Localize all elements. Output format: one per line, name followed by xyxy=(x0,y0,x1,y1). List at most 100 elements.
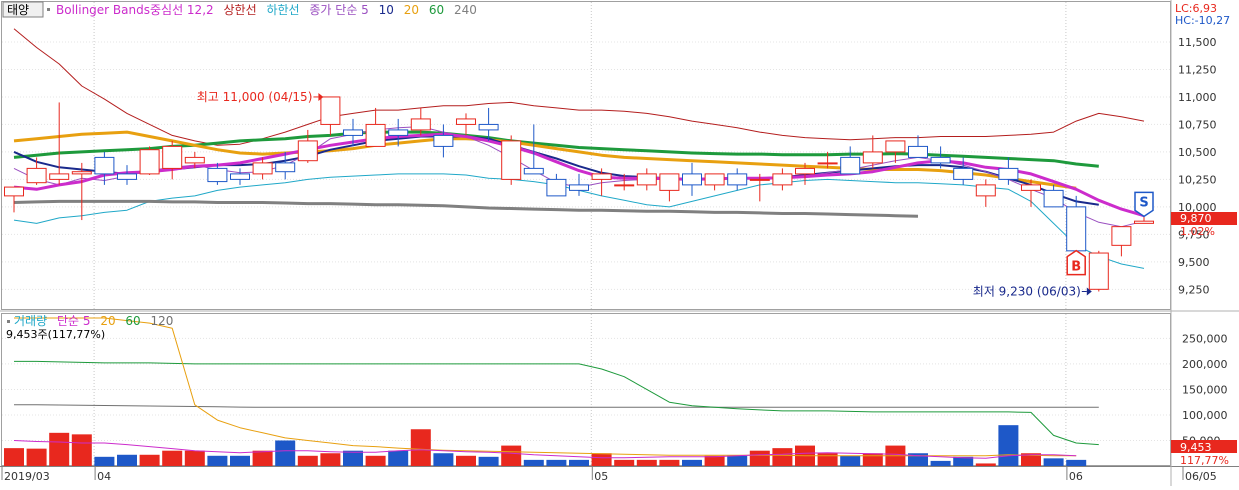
candle-body[interactable] xyxy=(1066,206,1087,252)
volume-bar[interactable] xyxy=(840,455,861,466)
candle-body[interactable] xyxy=(727,173,748,186)
volume-bar[interactable] xyxy=(659,459,680,466)
volume-bar[interactable] xyxy=(71,434,92,466)
candle-body[interactable] xyxy=(704,173,725,186)
volume-bar[interactable] xyxy=(614,459,635,466)
volume-bar[interactable] xyxy=(365,455,386,466)
volume-bar[interactable] xyxy=(749,450,770,466)
candle-body[interactable] xyxy=(1021,184,1041,191)
candle-body[interactable] xyxy=(456,118,476,125)
volume-bar[interactable] xyxy=(230,455,250,466)
candle-body[interactable] xyxy=(139,149,160,175)
candle-body[interactable] xyxy=(365,123,386,147)
legend-tag[interactable]: 태양 xyxy=(7,3,29,17)
candle-body[interactable] xyxy=(162,145,183,169)
volume-bar[interactable] xyxy=(252,450,273,466)
candle-body[interactable] xyxy=(998,167,1019,180)
candle-body[interactable] xyxy=(388,129,409,136)
candle-body[interactable] xyxy=(1043,189,1064,208)
volume-bar[interactable] xyxy=(975,463,996,466)
current-price-value: 9,870 xyxy=(1180,212,1212,225)
candle-body[interactable] xyxy=(659,173,680,191)
candle-body[interactable] xyxy=(184,156,205,164)
candle-body[interactable] xyxy=(885,140,906,153)
candle-body[interactable] xyxy=(478,123,499,131)
candle-body[interactable] xyxy=(840,156,861,175)
volume-bar[interactable] xyxy=(523,459,544,466)
x-tick-label: 06/05 xyxy=(1185,470,1217,483)
volume-bar[interactable] xyxy=(704,455,725,466)
candle-body[interactable] xyxy=(501,140,522,180)
volume-bar[interactable] xyxy=(388,450,409,466)
candle-body[interactable] xyxy=(26,167,47,184)
legend-lower: 하한선 xyxy=(266,3,299,17)
volume-bar[interactable] xyxy=(682,459,702,466)
candle-body[interactable] xyxy=(49,173,70,180)
volume-bar[interactable] xyxy=(862,453,883,466)
volume-bar[interactable] xyxy=(343,450,363,466)
volume-bar[interactable] xyxy=(162,450,183,466)
candle-body[interactable] xyxy=(433,134,454,147)
candle-body[interactable] xyxy=(71,171,92,175)
candle-body[interactable] xyxy=(320,96,341,125)
candle-body[interactable] xyxy=(908,145,928,158)
candle-body[interactable] xyxy=(207,167,228,183)
volume-bar[interactable] xyxy=(320,453,341,466)
candle-body[interactable] xyxy=(117,173,137,180)
volume-bar[interactable] xyxy=(772,448,793,466)
candle-body[interactable] xyxy=(275,162,296,173)
candle-body[interactable] xyxy=(410,118,431,131)
candle-body[interactable] xyxy=(749,178,770,181)
volume-bar[interactable] xyxy=(4,448,24,466)
candle-body[interactable] xyxy=(862,151,883,164)
volume-bar[interactable] xyxy=(117,454,137,466)
candle-body[interactable] xyxy=(1134,220,1154,224)
volume-bar[interactable] xyxy=(139,454,160,466)
volume-bar[interactable] xyxy=(207,455,228,466)
candle-body[interactable] xyxy=(953,167,974,180)
volume-bar[interactable] xyxy=(501,445,522,466)
volume-bar[interactable] xyxy=(998,425,1019,466)
volume-bar[interactable] xyxy=(1043,458,1064,466)
candle-body[interactable] xyxy=(252,162,273,175)
volume-bar[interactable] xyxy=(817,453,838,466)
volume-bar[interactable] xyxy=(410,429,431,466)
volume-bar[interactable] xyxy=(49,432,70,466)
candle-body[interactable] xyxy=(343,129,363,136)
volume-bar[interactable] xyxy=(569,459,589,466)
volume-bar[interactable] xyxy=(26,448,47,466)
candle-body[interactable] xyxy=(297,140,318,162)
volume-bar[interactable] xyxy=(275,440,296,466)
candle-body[interactable] xyxy=(1111,226,1132,246)
candle-body[interactable] xyxy=(682,173,702,186)
volume-bar[interactable] xyxy=(478,456,499,466)
candle-body[interactable] xyxy=(614,184,635,187)
volume-bar[interactable] xyxy=(184,450,205,466)
candle-body[interactable] xyxy=(1088,252,1109,290)
volume-bar[interactable] xyxy=(297,455,318,466)
candle-body[interactable] xyxy=(4,186,24,197)
candle-body[interactable] xyxy=(795,167,815,175)
candle-body[interactable] xyxy=(591,173,612,180)
candle-body[interactable] xyxy=(975,184,996,197)
candle-body[interactable] xyxy=(523,167,544,175)
stock-chart[interactable]: 11,50011,25011,00010,75010,50010,25010,0… xyxy=(0,0,1239,486)
candle-body[interactable] xyxy=(546,178,567,197)
candle-body[interactable] xyxy=(569,184,589,191)
volume-bar[interactable] xyxy=(433,453,454,466)
candle-body[interactable] xyxy=(636,173,657,186)
candle-body[interactable] xyxy=(230,173,250,180)
volume-bar[interactable] xyxy=(456,455,476,466)
volume-bar[interactable] xyxy=(546,459,567,466)
volume-bar[interactable] xyxy=(94,456,115,466)
volume-bar[interactable] xyxy=(591,453,612,466)
volume-bar[interactable] xyxy=(727,455,748,466)
candle-body[interactable] xyxy=(772,173,793,186)
candle-body[interactable] xyxy=(817,162,838,165)
volume-bar[interactable] xyxy=(930,460,951,466)
volume-bar[interactable] xyxy=(1066,459,1087,466)
volume-bar[interactable] xyxy=(636,459,657,466)
legend-marker-icon xyxy=(7,320,10,323)
candle-body[interactable] xyxy=(94,156,115,175)
candle-body[interactable] xyxy=(930,156,951,164)
